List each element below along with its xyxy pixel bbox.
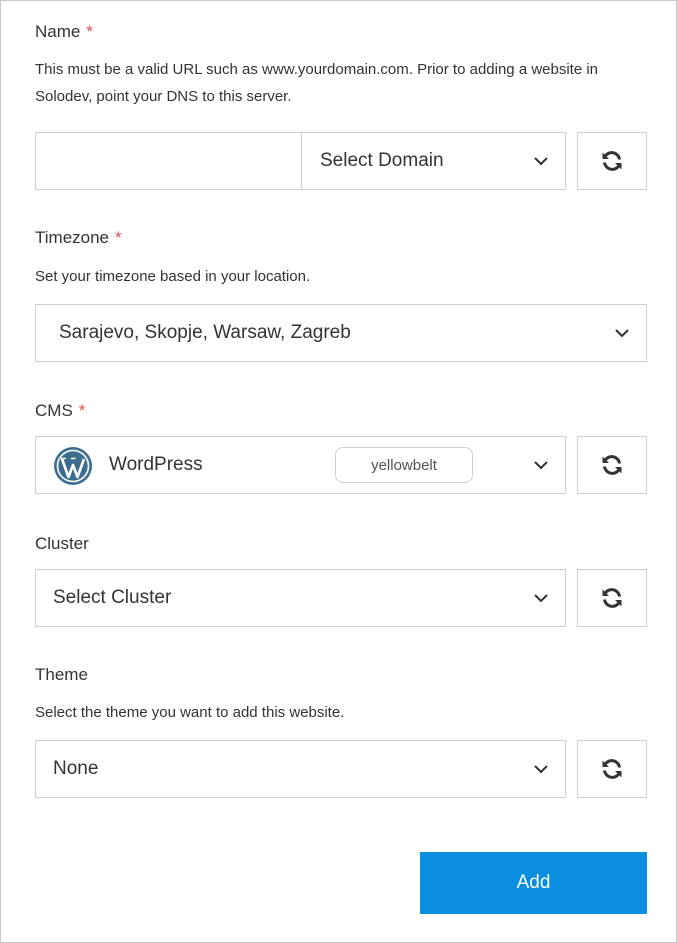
name-help-text: This must be a valid URL such as www.you… [35,61,599,105]
timezone-label-text: Timezone [35,228,110,247]
chevron-down-icon [534,594,548,603]
name-input[interactable] [35,132,302,190]
cluster-refresh-button[interactable] [577,569,647,627]
cluster-select-value: Select Cluster [53,587,172,608]
required-mark: * [78,401,86,420]
theme-select[interactable]: None [35,740,566,798]
chevron-down-icon [534,461,548,470]
name-label: Name * [35,22,93,42]
domain-refresh-button[interactable] [577,132,647,190]
cms-select[interactable]: WordPress yellowbelt [35,436,566,494]
refresh-icon [602,588,622,608]
theme-help-text: Select the theme you want to add this we… [35,704,345,721]
timezone-label: Timezone * [35,228,122,248]
cms-select-value: WordPress [109,454,203,475]
timezone-select-value: Sarajevo, Skopje, Warsaw, Zagreb [59,322,351,343]
domain-select-value: Select Domain [320,150,444,171]
timezone-select[interactable]: Sarajevo, Skopje, Warsaw, Zagreb [35,304,647,362]
cluster-label: Cluster [35,534,89,554]
domain-select[interactable]: Select Domain [301,132,566,190]
theme-label-text: Theme [35,665,88,684]
refresh-icon [602,151,622,171]
theme-select-value: None [53,758,99,779]
required-mark: * [86,22,93,41]
cluster-label-text: Cluster [35,534,89,553]
refresh-icon [602,759,622,779]
cluster-select[interactable]: Select Cluster [35,569,566,627]
name-label-text: Name [35,22,81,41]
timezone-help-text: Set your timezone based in your location… [35,268,311,285]
chevron-down-icon [615,329,629,338]
add-button[interactable]: Add [420,852,647,914]
cms-label: CMS * [35,401,85,421]
chevron-down-icon [534,765,548,774]
cms-label-text: CMS [35,401,73,420]
add-website-form: Name * This must be a valid URL such as w… [0,0,677,943]
cms-refresh-button[interactable] [577,436,647,494]
refresh-icon [602,455,622,475]
theme-label: Theme [35,665,88,685]
required-mark: * [115,228,122,247]
cms-version-badge: yellowbelt [335,447,473,483]
wordpress-logo-icon [54,447,92,485]
chevron-down-icon [534,157,548,166]
theme-refresh-button[interactable] [577,740,647,798]
